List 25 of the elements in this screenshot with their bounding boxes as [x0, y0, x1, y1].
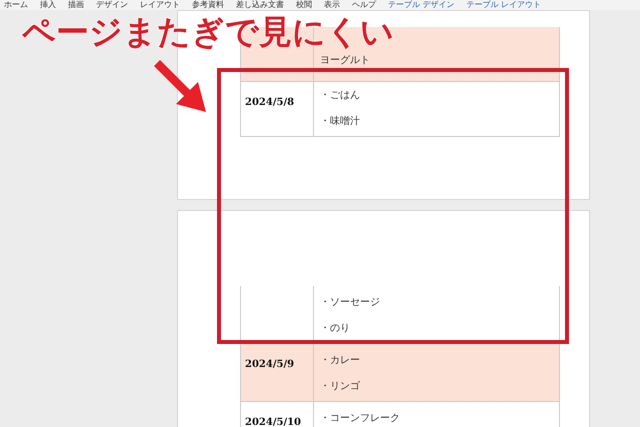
ribbon-tab[interactable]: ホーム — [4, 0, 28, 10]
date-text: 2024/5/8 — [245, 97, 294, 108]
menu-item-text: ・カレー — [320, 355, 361, 367]
menu-item-text: ・リンゴ — [320, 381, 361, 393]
ribbon-tab[interactable]: テーブル レイアウト — [466, 0, 542, 10]
menu-item-text: ヨーグルト — [320, 55, 371, 67]
ribbon-tab[interactable]: 校閲 — [296, 0, 312, 10]
menu-item-text: ・ごはん — [320, 90, 361, 102]
menu-item-text: ・コーンフレーク — [320, 413, 401, 425]
date-text: 2024/5/10 — [245, 417, 302, 427]
menu-item-text: ・味噌汁 — [320, 116, 361, 128]
ribbon-tab[interactable]: デザイン — [96, 0, 128, 10]
headline-caption: ページまたぎで見にくい — [22, 11, 394, 53]
arrow-icon — [152, 58, 208, 114]
menu-item-text: ・ソーセージ — [320, 297, 381, 309]
ribbon-tab[interactable]: レイアウト — [140, 0, 180, 10]
ribbon-tab[interactable]: 表示 — [324, 0, 340, 10]
ribbon-tab[interactable]: テーブル デザイン — [388, 0, 455, 10]
ribbon-tab[interactable]: ヘルプ — [352, 0, 376, 10]
date-text: 2024/5/9 — [245, 359, 294, 370]
ribbon-tab[interactable]: 描画 — [68, 0, 84, 10]
menu-item-text: ・のり — [320, 323, 351, 335]
ribbon-tab[interactable]: 参考資料 — [192, 0, 224, 10]
ribbon-tab[interactable]: 挿入 — [40, 0, 56, 10]
ribbon-tab[interactable]: 差し込み文書 — [236, 0, 284, 10]
